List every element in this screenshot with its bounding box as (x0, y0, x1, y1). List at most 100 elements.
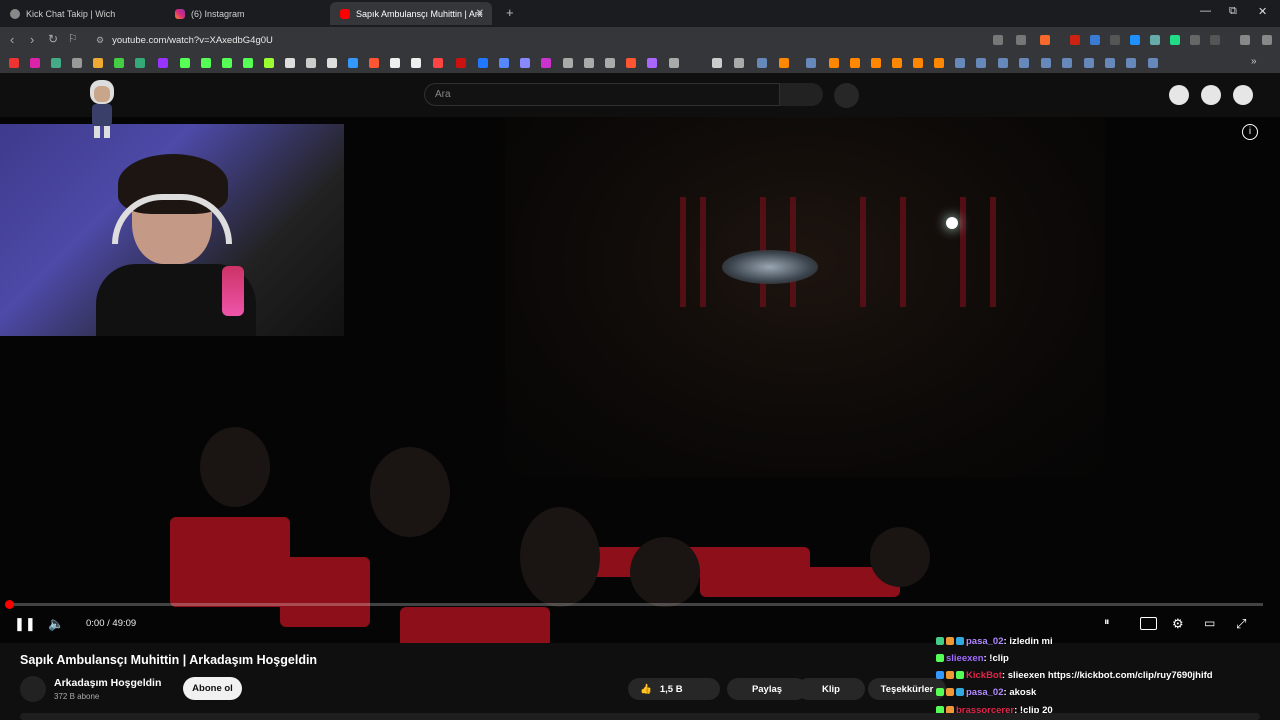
share-icon[interactable] (1016, 35, 1026, 45)
bookmark-icon[interactable] (647, 58, 657, 68)
url-field[interactable]: ⚙ youtube.com/watch?v=XAxedbG4g0U (88, 31, 1028, 49)
voice-search-button[interactable] (834, 83, 859, 108)
channel-name[interactable]: Arkadaşım Hoşgeldin (54, 677, 161, 689)
more-bookmarks-icon[interactable]: » (1251, 56, 1257, 67)
x-bookmark-icon[interactable] (327, 58, 337, 68)
tab-instagram[interactable]: (6) Instagram (165, 2, 330, 25)
youtube-bookmark-icon[interactable] (9, 58, 19, 68)
clip-button[interactable]: Klip (797, 678, 865, 700)
tab-kick-chat[interactable]: Kick Chat Takip | Wich (0, 2, 165, 25)
bookmark-icon[interactable]: ⚐ (68, 32, 78, 45)
bookmark-icon[interactable] (913, 58, 923, 68)
steam-bookmark-icon[interactable] (1041, 58, 1051, 68)
bookmark-icon[interactable] (520, 58, 530, 68)
reddit-bookmark-icon[interactable] (369, 58, 379, 68)
maximize-button[interactable]: ⧉ (1229, 5, 1237, 18)
bookmark-icon[interactable] (114, 58, 124, 68)
bookmark-icon[interactable] (285, 58, 295, 68)
steam-bookmark-icon[interactable] (1105, 58, 1115, 68)
bookmark-icon[interactable] (605, 58, 615, 68)
close-window-button[interactable]: ✕ (1258, 5, 1267, 18)
tab-youtube[interactable]: Sapık Ambulansçı Muhittin | Ark ✕ (330, 2, 492, 25)
minimize-button[interactable]: — (1200, 5, 1211, 17)
steam-bookmark-icon[interactable] (976, 58, 986, 68)
bookmark-icon[interactable] (456, 58, 466, 68)
bookmark-icon[interactable] (563, 58, 573, 68)
bookmark-icon[interactable] (51, 58, 61, 68)
media-icon[interactable] (1240, 35, 1250, 45)
bookmark-icon[interactable] (584, 58, 594, 68)
bookmark-icon[interactable] (264, 58, 274, 68)
share-button[interactable]: Paylaş (727, 678, 807, 700)
bookmark-icon[interactable] (669, 58, 679, 68)
notifications-button[interactable] (1201, 85, 1221, 105)
bookmark-icon[interactable] (348, 58, 358, 68)
progress-bar[interactable] (5, 600, 1263, 609)
bookmark-icon[interactable] (478, 58, 488, 68)
kick-bookmark-icon[interactable] (201, 58, 211, 68)
steam-bookmark-icon[interactable] (1148, 58, 1158, 68)
pause-icon[interactable]: ❚❚ (14, 616, 36, 632)
steam-bookmark-icon[interactable] (757, 58, 767, 68)
avatar-button[interactable] (1233, 85, 1253, 105)
steam-bookmark-icon[interactable] (1084, 58, 1094, 68)
bookmark-icon[interactable] (72, 58, 82, 68)
drive-bookmark-icon[interactable] (135, 58, 145, 68)
instagram-bookmark-icon[interactable] (30, 58, 40, 68)
bookmark-icon[interactable] (411, 58, 421, 68)
volume-icon[interactable]: 🔈 (48, 616, 64, 632)
bookmark-icon[interactable] (892, 58, 902, 68)
twitch-bookmark-icon[interactable] (158, 58, 168, 68)
bookmark-icon[interactable] (712, 58, 722, 68)
bookmark-icon[interactable] (541, 58, 551, 68)
steam-bookmark-icon[interactable] (1126, 58, 1136, 68)
subscribe-button[interactable]: Abone ol (183, 677, 242, 700)
bookmark-icon[interactable] (306, 58, 316, 68)
bookmark-icon[interactable] (93, 58, 103, 68)
extension-icon[interactable] (1090, 35, 1100, 45)
bookmark-icon[interactable] (850, 58, 860, 68)
new-tab-button[interactable]: + (506, 5, 514, 20)
forward-icon[interactable]: › (30, 32, 34, 47)
bookmark-icon[interactable] (390, 58, 400, 68)
like-button[interactable]: 👍 1,5 B (628, 678, 720, 700)
bookmark-icon[interactable] (871, 58, 881, 68)
sidebar-icon[interactable] (1210, 35, 1220, 45)
bookmark-icon[interactable] (499, 58, 509, 68)
kick-bookmark-icon[interactable] (222, 58, 232, 68)
bookmark-icon[interactable] (934, 58, 944, 68)
back-icon[interactable]: ‹ (10, 32, 14, 47)
extension-icon[interactable] (1150, 35, 1160, 45)
thanks-button[interactable]: Teşekkürler (868, 678, 946, 700)
kick-bookmark-icon[interactable] (243, 58, 253, 68)
folder-icon[interactable] (734, 58, 744, 68)
info-icon[interactable]: i (1242, 124, 1258, 140)
adblock-icon[interactable] (1070, 35, 1080, 45)
bookmark-icon[interactable] (433, 58, 443, 68)
extension-icon[interactable] (1110, 35, 1120, 45)
steam-bookmark-icon[interactable] (1062, 58, 1072, 68)
miniplayer-icon[interactable]: ▭ (1204, 616, 1215, 630)
cast-icon[interactable] (993, 35, 1003, 45)
settings-gear-icon[interactable]: ⚙ (1172, 616, 1184, 632)
bookmark-icon[interactable] (779, 58, 789, 68)
puzzle-icon[interactable] (1190, 35, 1200, 45)
kick-bookmark-icon[interactable] (180, 58, 190, 68)
brave-shield-icon[interactable] (1040, 35, 1050, 45)
create-button[interactable] (1169, 85, 1189, 105)
search-input[interactable]: Ara (424, 83, 780, 106)
steam-bookmark-icon[interactable] (998, 58, 1008, 68)
steam-bookmark-icon[interactable] (806, 58, 816, 68)
bookmark-icon[interactable] (829, 58, 839, 68)
close-tab-icon[interactable]: ✕ (476, 8, 484, 19)
steam-bookmark-icon[interactable] (955, 58, 965, 68)
bookmark-icon[interactable] (626, 58, 636, 68)
search-button[interactable] (780, 83, 823, 106)
reload-icon[interactable]: ↻ (48, 32, 58, 46)
steam-bookmark-icon[interactable] (1019, 58, 1029, 68)
autoplay-toggle-icon[interactable]: ⏸ (1104, 616, 1110, 629)
description-box[interactable] (20, 713, 1260, 720)
extension-icon[interactable] (1130, 35, 1140, 45)
channel-avatar[interactable] (20, 676, 46, 702)
subtitles-icon[interactable] (1140, 617, 1157, 630)
